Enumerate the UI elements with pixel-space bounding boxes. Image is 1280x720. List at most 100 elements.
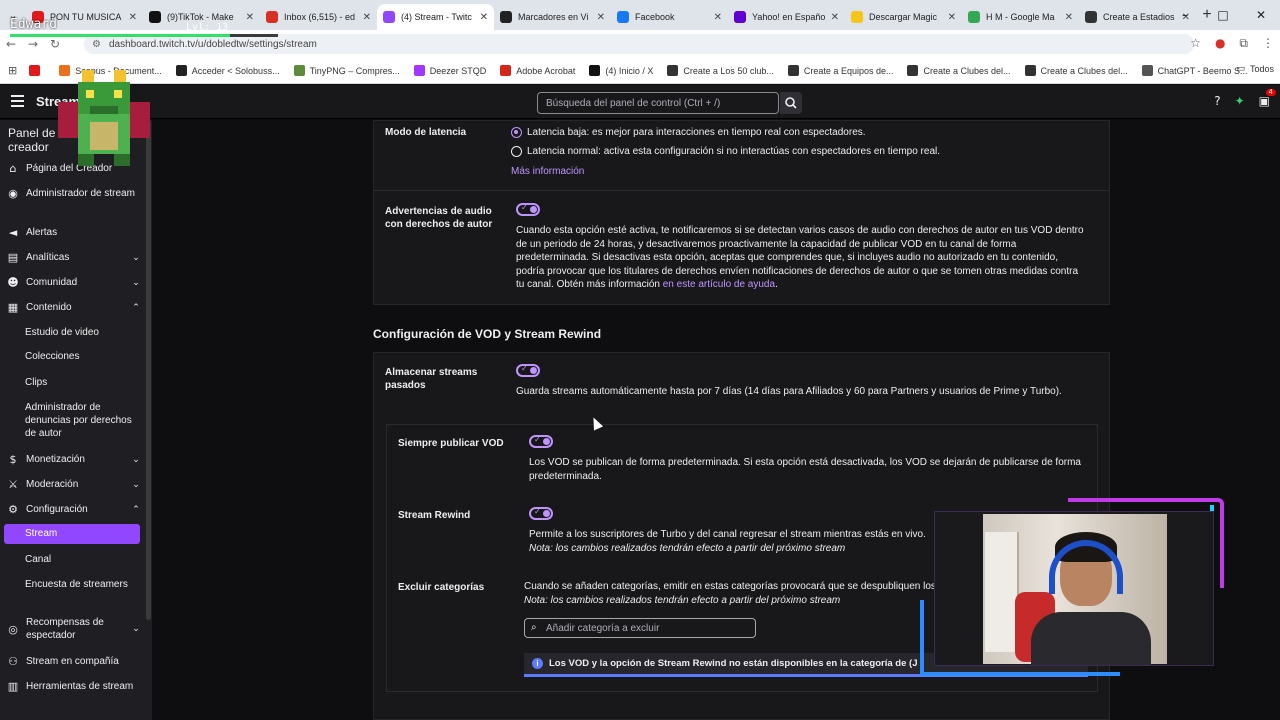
apps-grid-icon[interactable]: ⊞ [8, 64, 17, 77]
bits-icon[interactable]: ✦ [1235, 94, 1245, 108]
bookmark-star-icon[interactable]: ☆ [1190, 36, 1201, 51]
exclude-category-search-input[interactable]: ⌕ Añadir categoría a excluir [524, 618, 756, 638]
bookmark-label: Create a Clubes del... [923, 65, 1011, 76]
close-tab-icon[interactable]: ✕ [1065, 12, 1073, 23]
overlay-xp-bar [10, 34, 278, 37]
maximize-icon[interactable]: □ [1204, 8, 1242, 22]
sidebar-item-content[interactable]: ▦ Contenido ⌃ [0, 301, 146, 314]
bookmark-item[interactable]: TinyPNG – Compres... [293, 65, 400, 76]
search-button[interactable] [780, 92, 802, 114]
store-past-streams-toggle[interactable]: ✓ [516, 364, 540, 377]
sidebar-subitem-copyright-claims[interactable]: Administrador de denuncias por derechos … [25, 401, 143, 440]
overlay-xp-fill [10, 34, 230, 37]
browser-tab[interactable]: H M - Google Ma ✕ [962, 4, 1079, 30]
browser-tab[interactable]: Descargar Magic ✕ [845, 4, 962, 30]
bookmark-favicon-icon [787, 65, 799, 76]
overlay-username: Edward [10, 17, 57, 32]
sidebar-item-moderation[interactable]: ⚔ Moderación ⌄ [0, 478, 146, 491]
browser-tab[interactable]: Inbox (6,515) - ed ✕ [260, 4, 377, 30]
bookmark-item[interactable]: (4) Inicio / X [589, 65, 653, 76]
sidebar-subitem-collections[interactable]: Colecciones [25, 350, 143, 363]
bookmark-item[interactable]: ChatGPT - Beemo S... [1141, 65, 1247, 76]
always-publish-vod-toggle[interactable]: ✓ [529, 435, 553, 448]
bookmark-item[interactable]: Adobe Acrobat [500, 65, 575, 76]
bookmark-item[interactable]: Create a Clubes del... [907, 65, 1011, 76]
browser-tab[interactable]: (4) Stream - Twitc ✕ [377, 4, 494, 30]
normal-latency-radio[interactable] [511, 146, 522, 157]
browser-tab[interactable]: Yahoo! en Españo ✕ [728, 4, 845, 30]
sidebar-subitem-channel[interactable]: Canal [25, 553, 143, 566]
dashboard-search-input[interactable]: Búsqueda del panel de control (Ctrl + /) [537, 92, 779, 114]
browser-tab[interactable]: Marcadores en Vi ✕ [494, 4, 611, 30]
always-publish-vod-label: Siempre publicar VOD [398, 438, 504, 449]
sidebar-item-stream-tools[interactable]: ▥ Herramientas de stream [0, 680, 146, 693]
bookmark-favicon-icon [500, 65, 512, 76]
sidebar-subitem-stream[interactable]: Stream [4, 524, 140, 544]
exclude-categories-label: Excluir categorías [398, 582, 485, 593]
check-icon: ✓ [534, 507, 541, 516]
close-tab-icon[interactable]: ✕ [129, 12, 137, 23]
browser-tab[interactable]: Facebook ✕ [611, 4, 728, 30]
close-tab-icon[interactable]: ✕ [831, 12, 839, 23]
all-bookmarks[interactable]: ▭ Todos [1236, 64, 1274, 74]
sidebar-subitem-video-studio[interactable]: Estudio de video [25, 326, 143, 339]
menu-icon[interactable] [11, 95, 24, 107]
url-text: dashboard.twitch.tv/u/dobledtw/settings/… [108, 38, 317, 50]
stream-rewind-toggle[interactable]: ✓ [529, 507, 553, 520]
home-icon: ⌂ [9, 162, 17, 175]
bookmark-item[interactable]: Create a Clubes del... [1024, 65, 1128, 76]
sidebar-item-viewer-rewards[interactable]: ◎ Recompensas de espectador ⌄ [0, 616, 146, 642]
sidebar-item-label: Recompensas de espectador [26, 617, 104, 641]
sidebar-item-analytics[interactable]: ▤ Analíticas ⌄ [0, 251, 146, 264]
url-field[interactable]: ⚙ dashboard.twitch.tv/u/dobledtw/setting… [84, 34, 1194, 54]
close-tab-icon[interactable]: ✕ [714, 12, 722, 23]
site-info-icon[interactable]: ⚙ [92, 39, 101, 50]
tab-favicon-icon [383, 11, 395, 23]
tab-label: (9)TikTok - Make [167, 12, 234, 22]
sidebar-item-label: Alertas [26, 227, 58, 238]
audio-warnings-toggle[interactable]: ✓ [516, 203, 540, 216]
bookmark-item[interactable] [29, 65, 45, 76]
tab-favicon-icon [500, 11, 512, 23]
tab-favicon-icon [1085, 11, 1097, 23]
bookmark-label: Deezer STQD [429, 65, 487, 76]
sidebar-item-community[interactable]: ☻ Comunidad ⌄ [0, 276, 146, 289]
back-icon[interactable]: ← [0, 37, 22, 51]
close-tab-icon[interactable]: ✕ [480, 12, 488, 23]
bookmark-favicon-icon [175, 65, 187, 76]
bookmark-item[interactable]: Acceder < Solobuss... [175, 65, 280, 76]
extensions-puzzle-icon[interactable]: ⧉ [1239, 36, 1248, 51]
sidebar-subitem-streamer-survey[interactable]: Encuesta de streamers [25, 578, 143, 591]
notification-badge: 4 [1265, 89, 1276, 96]
profile-icon[interactable]: ⋮ [1262, 36, 1274, 51]
close-tab-icon[interactable]: ✕ [246, 12, 254, 23]
help-article-link[interactable]: en este artículo de ayuda [663, 279, 775, 290]
bookmark-item[interactable]: Deezer STQD [413, 65, 487, 76]
minimize-icon[interactable]: – [1166, 8, 1204, 22]
store-past-streams-label: Almacenar streams pasados [385, 367, 478, 391]
sidebar-item-settings[interactable]: ⚙ Configuración ⌃ [0, 503, 146, 516]
sidebar-item-stream-manager[interactable]: ◉ Administrador de stream [0, 187, 146, 200]
latency-more-info-link[interactable]: Más información [511, 165, 584, 179]
close-tab-icon[interactable]: ✕ [363, 12, 371, 23]
reload-icon[interactable]: ↻ [44, 37, 66, 51]
bookmark-item[interactable]: Create a Equipos de... [787, 65, 894, 76]
inbox-icon[interactable]: ▣ 4 [1259, 89, 1276, 108]
sidebar-item-label: Herramientas de stream [26, 681, 134, 692]
sidebar-item-stream-together[interactable]: ⚇ Stream en compañía [0, 655, 146, 668]
bookmark-label: Create a Equipos de... [803, 65, 894, 76]
low-latency-radio[interactable] [511, 127, 522, 138]
extension-icon[interactable]: ● [1215, 36, 1225, 51]
forward-icon[interactable]: → [22, 37, 44, 51]
bookmark-item[interactable]: Create a Los 50 club... [667, 65, 774, 76]
sidebar-scrollbar[interactable] [146, 120, 151, 620]
sidebar-item-monetization[interactable]: $ Monetización ⌄ [0, 453, 146, 466]
close-tab-icon[interactable]: ✕ [597, 12, 605, 23]
tab-label: Yahoo! en Españo [752, 12, 825, 22]
stream-rewind-text: Permite a los suscriptores de Turbo y de… [529, 529, 926, 540]
sidebar-subitem-clips[interactable]: Clips [25, 376, 143, 389]
sidebar-item-alerts[interactable]: ◄ Alertas [0, 226, 146, 239]
close-window-icon[interactable]: ✕ [1242, 8, 1280, 22]
close-tab-icon[interactable]: ✕ [948, 12, 956, 23]
help-icon[interactable]: ? [1214, 94, 1220, 108]
